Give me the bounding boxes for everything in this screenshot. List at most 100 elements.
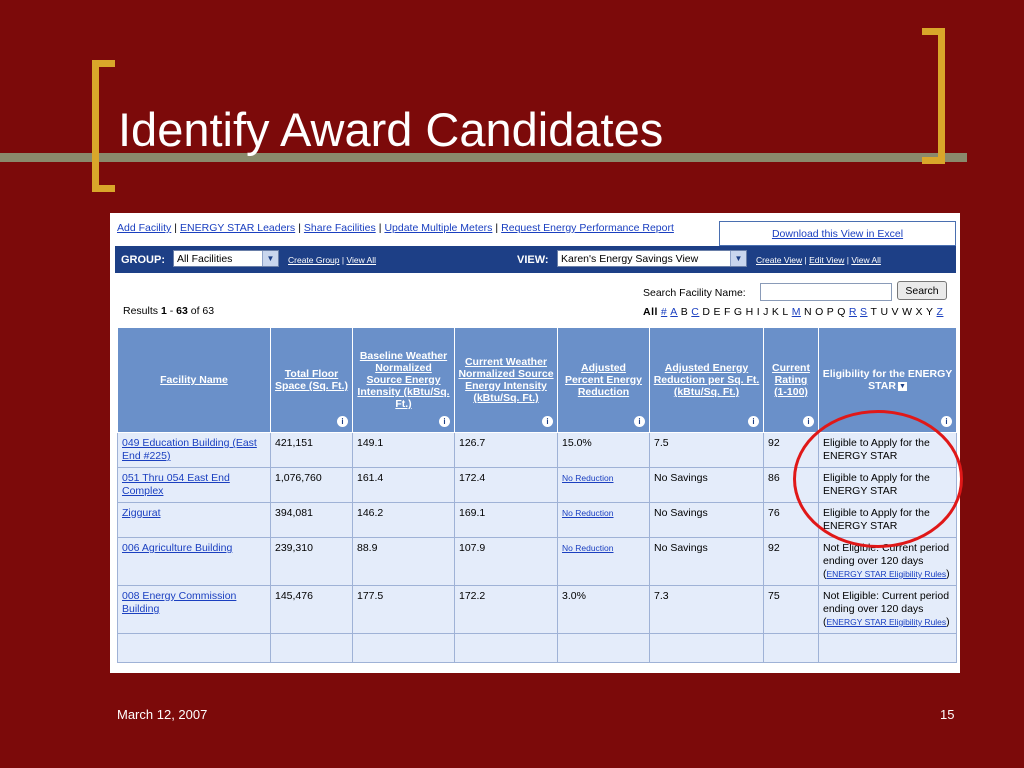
footer-date: March 12, 2007 bbox=[117, 707, 208, 722]
baseline-cell: 88.9 bbox=[352, 537, 455, 586]
alpha-filter-hash[interactable]: # bbox=[661, 306, 667, 318]
update-multiple-meters-link[interactable]: Update Multiple Meters bbox=[384, 222, 492, 234]
table-row: 008 Energy Commission Building 145,476 1… bbox=[117, 585, 957, 634]
table-header-row: Facility Name Total Floor Space (Sq. Ft.… bbox=[117, 327, 957, 433]
view-label: VIEW: bbox=[517, 254, 549, 266]
right-bracket-decoration bbox=[922, 28, 945, 164]
create-view-link[interactable]: Create View bbox=[756, 255, 802, 265]
energy-star-leaders-link[interactable]: ENERGY STAR Leaders bbox=[180, 222, 295, 234]
baseline-cell: 149.1 bbox=[352, 432, 455, 468]
view-links: Create View | Edit View | View All bbox=[756, 255, 881, 265]
baseline-cell: 177.5 bbox=[352, 585, 455, 634]
alpha-filter-k: K bbox=[771, 306, 780, 318]
rating-cell: 75 bbox=[763, 585, 819, 634]
facility-name-link[interactable]: 049 Education Building (East End #225) bbox=[122, 437, 257, 462]
no-reduction-link[interactable]: No Reduction bbox=[562, 508, 614, 518]
info-icon[interactable]: i bbox=[803, 416, 814, 427]
floor-space-cell: 239,310 bbox=[270, 537, 353, 586]
col-total-floor-space[interactable]: Total Floor Space (Sq. Ft.) i bbox=[270, 327, 353, 433]
alpha-filter-f: F bbox=[724, 306, 731, 318]
alpha-filter-m[interactable]: M bbox=[792, 306, 801, 318]
alpha-filter-b: B bbox=[680, 306, 689, 318]
search-button[interactable]: Search bbox=[897, 281, 947, 300]
view-select[interactable]: Karen's Energy Savings View ▼ bbox=[557, 250, 747, 267]
baseline-cell: 146.2 bbox=[352, 502, 455, 538]
current-cell: 169.1 bbox=[454, 502, 558, 538]
view-all-groups-link[interactable]: View All bbox=[346, 255, 376, 265]
alpha-filter-u: U bbox=[880, 306, 889, 318]
share-facilities-link[interactable]: Share Facilities bbox=[304, 222, 376, 234]
chevron-down-icon: ▼ bbox=[262, 251, 278, 266]
alpha-filter-a[interactable]: A bbox=[670, 306, 678, 318]
reduction-per-sqft-cell: 7.3 bbox=[649, 585, 764, 634]
reduction-per-sqft-cell: 7.5 bbox=[649, 432, 764, 468]
create-group-link[interactable]: Create Group bbox=[288, 255, 340, 265]
eligibility-rules-link[interactable]: ENERGY STAR Eligibility Rules bbox=[827, 617, 947, 627]
floor-space-cell: 421,151 bbox=[270, 432, 353, 468]
facility-name-link[interactable]: 006 Agriculture Building bbox=[122, 542, 232, 554]
download-excel-link[interactable]: Download this View in Excel bbox=[772, 228, 903, 240]
alphabet-filter: All # A B C D E F G H I J K L M N O P Q R S T U V W X Y Z bbox=[643, 306, 946, 318]
alpha-filter-all: All bbox=[643, 306, 658, 318]
col-current-intensity[interactable]: Current Weather Normalized Source Energy… bbox=[454, 327, 558, 433]
search-facility-input[interactable] bbox=[760, 283, 892, 301]
info-icon[interactable]: i bbox=[941, 416, 952, 427]
col-baseline-intensity[interactable]: Baseline Weather Normalized Source Energ… bbox=[352, 327, 455, 433]
alpha-filter-y: Y bbox=[926, 306, 934, 318]
reduction-per-sqft-cell: No Savings bbox=[649, 467, 764, 503]
group-view-bar: GROUP: All Facilities ▼ Create Group | V… bbox=[115, 246, 956, 273]
alpha-filter-c[interactable]: C bbox=[691, 306, 699, 318]
current-cell: 172.2 bbox=[454, 585, 558, 634]
info-icon[interactable]: i bbox=[337, 416, 348, 427]
highlight-circle-annotation bbox=[793, 410, 963, 548]
alpha-filter-v: V bbox=[891, 306, 900, 318]
col-reduction-per-sqft[interactable]: Adjusted Energy Reduction per Sq. Ft. (k… bbox=[649, 327, 764, 433]
percent-reduction-cell: 15.0% bbox=[557, 432, 650, 468]
view-all-views-link[interactable]: View All bbox=[851, 255, 881, 265]
add-facility-link[interactable]: Add Facility bbox=[117, 222, 171, 234]
alpha-filter-i: I bbox=[756, 306, 761, 318]
alpha-filter-r[interactable]: R bbox=[849, 306, 857, 318]
left-bracket-decoration bbox=[92, 60, 115, 192]
alpha-filter-j: J bbox=[763, 306, 769, 318]
eligibility-rules-link[interactable]: ENERGY STAR Eligibility Rules bbox=[827, 569, 947, 579]
alpha-filter-n: N bbox=[803, 306, 813, 318]
alpha-filter-t: T bbox=[870, 306, 878, 318]
floor-space-cell: 1,076,760 bbox=[270, 467, 353, 503]
no-reduction-link[interactable]: No Reduction bbox=[562, 543, 614, 553]
page-number: 15 bbox=[940, 707, 955, 722]
alpha-filter-x: X bbox=[915, 306, 923, 318]
alpha-filter-q: Q bbox=[837, 306, 846, 318]
col-facility-name[interactable]: Facility Name bbox=[117, 327, 271, 433]
alpha-filter-s[interactable]: S bbox=[860, 306, 868, 318]
dropdown-arrow-icon[interactable]: ▼ bbox=[897, 381, 907, 391]
current-cell: 126.7 bbox=[454, 432, 558, 468]
group-select[interactable]: All Facilities ▼ bbox=[173, 250, 279, 267]
eligibility-cell: Not Eligible: Current period ending over… bbox=[818, 585, 957, 634]
col-current-rating[interactable]: Current Rating (1-100) i bbox=[763, 327, 819, 433]
alpha-filter-z[interactable]: Z bbox=[937, 306, 944, 318]
alpha-filter-l: L bbox=[782, 306, 789, 318]
slide-title: Identify Award Candidates bbox=[118, 103, 664, 156]
facility-name-link[interactable]: 051 Thru 054 East End Complex bbox=[122, 472, 230, 497]
request-report-link[interactable]: Request Energy Performance Report bbox=[501, 222, 674, 234]
edit-view-link[interactable]: Edit View bbox=[809, 255, 844, 265]
rating-cell: 92 bbox=[763, 537, 819, 586]
facility-name-link[interactable]: Ziggurat bbox=[122, 507, 161, 519]
col-percent-reduction[interactable]: Adjusted Percent Energy Reduction i bbox=[557, 327, 650, 433]
table-row-partial bbox=[117, 633, 957, 663]
table-row: 006 Agriculture Building 239,310 88.9 10… bbox=[117, 537, 957, 586]
alpha-filter-o: O bbox=[815, 306, 824, 318]
download-excel-box: Download this View in Excel bbox=[719, 221, 956, 246]
results-count: Results 1 - 63 of 63 bbox=[123, 305, 215, 317]
info-icon[interactable]: i bbox=[748, 416, 759, 427]
no-reduction-link[interactable]: No Reduction bbox=[562, 473, 614, 483]
reduction-per-sqft-cell: No Savings bbox=[649, 502, 764, 538]
info-icon[interactable]: i bbox=[634, 416, 645, 427]
search-label: Search Facility Name: bbox=[643, 287, 746, 299]
facility-name-link[interactable]: 008 Energy Commission Building bbox=[122, 590, 236, 615]
info-icon[interactable]: i bbox=[439, 416, 450, 427]
info-icon[interactable]: i bbox=[542, 416, 553, 427]
chevron-down-icon: ▼ bbox=[730, 251, 746, 266]
alpha-filter-e: E bbox=[713, 306, 721, 318]
